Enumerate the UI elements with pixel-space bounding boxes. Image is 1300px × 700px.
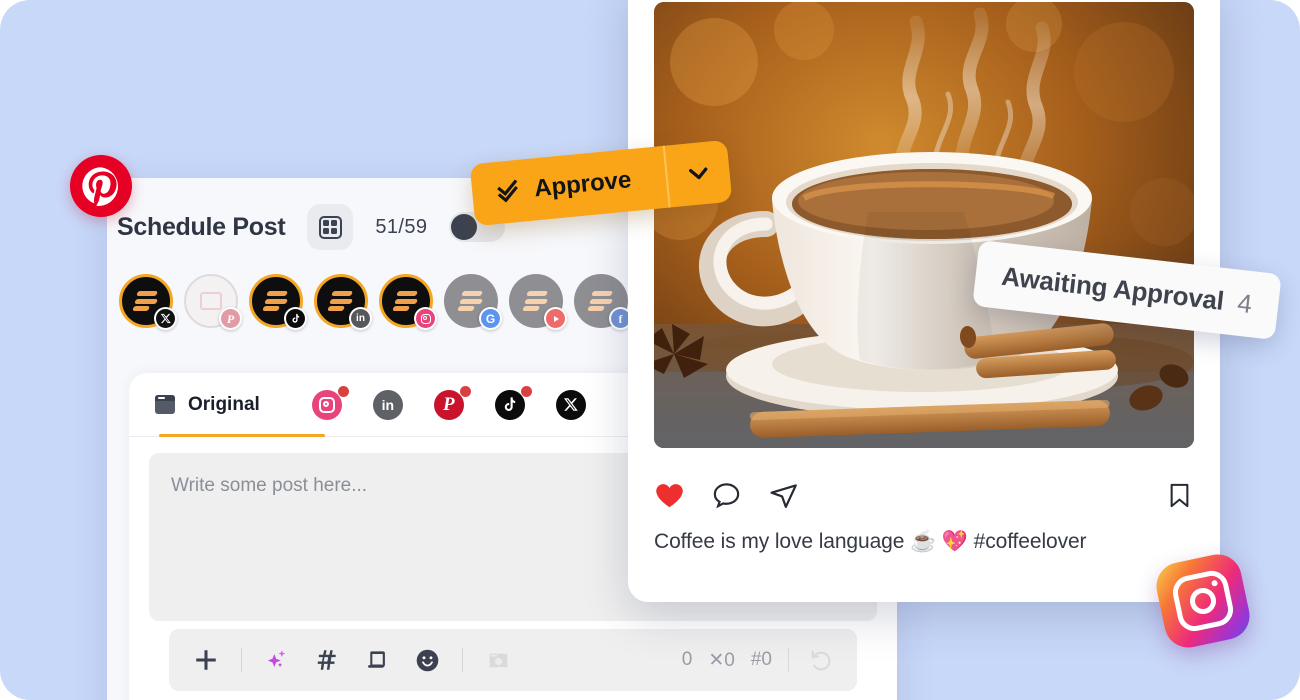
window-icon <box>155 395 175 414</box>
hashtag-icon[interactable] <box>312 645 342 675</box>
pinterest-logo <box>70 155 132 217</box>
undo-icon[interactable] <box>805 645 835 675</box>
tiktok-icon <box>505 397 516 411</box>
youtube-icon <box>546 309 565 328</box>
account-avatar-linkedin[interactable]: in <box>314 274 372 330</box>
plus-icon[interactable] <box>191 645 221 675</box>
post-caption: Coffee is my love language ☕ 💖 #coffeelo… <box>654 530 1087 553</box>
placeholder-icon <box>200 292 222 310</box>
chevron-down-icon[interactable] <box>666 157 730 191</box>
account-avatar-instagram[interactable] <box>379 274 437 330</box>
post-image <box>654 2 1194 448</box>
post-actions <box>654 476 1194 520</box>
instagram-logo-lens <box>1187 585 1219 617</box>
awaiting-approval-label: Awaiting Approval <box>1000 260 1226 316</box>
tab-linkedin[interactable]: in <box>372 389 403 420</box>
x-icon <box>156 309 175 328</box>
network-tab-list: in P <box>311 385 586 420</box>
x-icon <box>564 398 579 411</box>
counter-hash: #0 <box>750 649 772 670</box>
grid-view-icon <box>318 215 342 239</box>
account-avatar-tiktok[interactable] <box>249 274 307 330</box>
tab-badge-instagram <box>337 385 349 397</box>
comment-icon[interactable] <box>711 480 742 516</box>
like-icon[interactable] <box>654 480 685 516</box>
counter-chars: 0 <box>681 649 693 670</box>
linkedin-icon: in <box>351 309 370 328</box>
grid-view-button[interactable] <box>307 204 354 250</box>
pinterest-icon: P <box>442 393 455 415</box>
toggle-knob <box>451 214 478 240</box>
account-avatar-x[interactable] <box>119 274 177 330</box>
instagram-icon <box>416 309 435 328</box>
character-count: 51/59 <box>375 215 428 238</box>
tab-active-underline <box>159 433 325 437</box>
instagram-logo-spot <box>1210 579 1219 587</box>
emoji-icon[interactable] <box>412 645 442 675</box>
note-icon[interactable] <box>362 645 392 675</box>
tab-tiktok[interactable] <box>494 385 532 420</box>
instagram-logo-frame <box>1169 567 1237 635</box>
counter-x: ✕0 <box>708 649 735 671</box>
tab-instagram[interactable] <box>311 385 349 420</box>
toolbar-divider-3 <box>788 648 789 672</box>
tab-original-label: Original <box>188 393 260 415</box>
awaiting-approval-count: 4 <box>1236 287 1254 319</box>
account-avatar-pinterest[interactable]: P <box>184 274 242 330</box>
share-icon[interactable] <box>768 480 799 516</box>
tab-pinterest[interactable]: P <box>433 385 471 420</box>
account-avatar-google[interactable]: G <box>444 274 502 330</box>
bookmark-icon[interactable] <box>1165 483 1194 514</box>
screenshot-root: Schedule Post 51/59 P in G f Original in… <box>0 0 1300 700</box>
tab-badge-tiktok <box>520 385 532 397</box>
tab-original[interactable]: Original <box>141 373 325 437</box>
pinterest-icon: P <box>221 309 240 328</box>
tab-x[interactable] <box>555 389 586 420</box>
ai-sparkles-icon[interactable] <box>262 645 292 675</box>
account-avatar-facebook[interactable]: f <box>574 274 632 330</box>
tab-badge-pinterest <box>459 385 471 397</box>
double-check-icon <box>493 174 524 210</box>
camera-icon <box>483 645 513 675</box>
tiktok-icon <box>286 309 305 328</box>
account-avatar-youtube[interactable] <box>509 274 567 330</box>
composer-toolbar: 0 ✕0 #0 <box>169 629 857 691</box>
page-title: Schedule Post <box>117 212 286 241</box>
toolbar-divider <box>241 648 242 672</box>
linkedin-icon: in <box>381 396 395 413</box>
instagram-logo <box>1151 549 1255 653</box>
google-icon: G <box>481 309 500 328</box>
approve-label: Approve <box>532 166 633 203</box>
toolbar-divider-2 <box>462 648 463 672</box>
